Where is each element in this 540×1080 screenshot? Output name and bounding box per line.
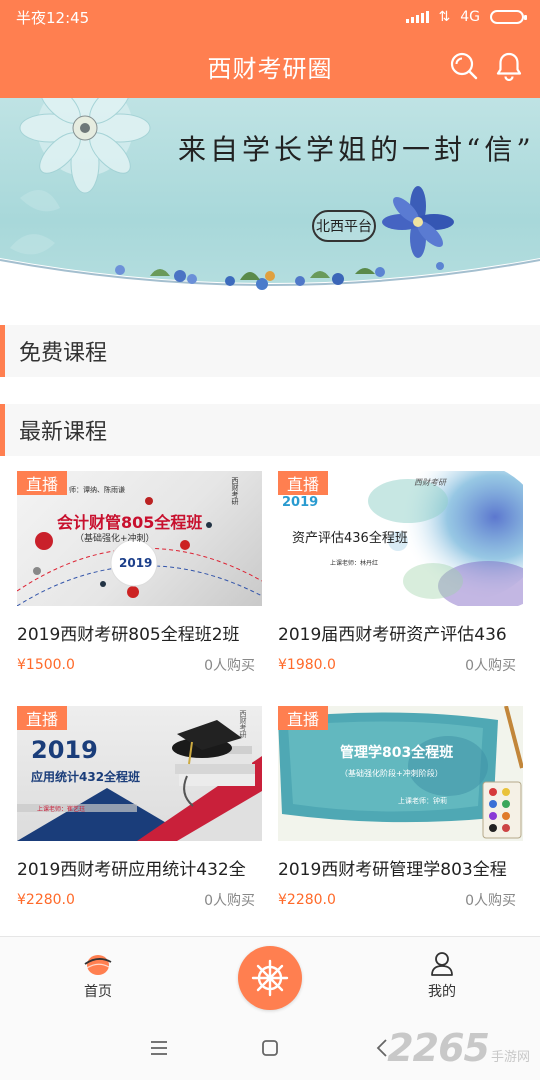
app-header: 西财考研圈 [0,34,540,98]
battery-icon [490,10,527,24]
spacer [0,303,540,325]
thumb-logo: 西财考研 [239,710,247,738]
page-title: 西财考研圈 [207,54,333,83]
thumb-year: 2019 [119,556,153,570]
thumb-subtitle: （基础强化+冲刺） [75,534,155,544]
course-title: 2019届西财考研资产评估436 [278,625,507,645]
watermark-number: 2265 [387,1026,490,1070]
thumb-teacher: 上课老师：钟莉 [398,797,447,805]
home-icon [84,955,112,975]
nav-mine-label: 我的 [428,984,456,1000]
promo-banner[interactable]: 来自学长学姐的一封“信” 北西平台 [0,98,540,303]
course-thumbnail: 师：谭纳、陈雨谦 西财考研 会计财管805全程班 （基础强化+冲刺） 2019 … [17,471,262,606]
back-icon[interactable] [376,1039,388,1057]
helm-icon [251,959,289,997]
course-grid: 师：谭纳、陈雨谦 西财考研 会计财管805全程班 （基础强化+冲刺） 2019 … [0,456,540,936]
section-accent-bar [0,325,5,377]
live-badge: 直播 [17,706,67,730]
section-title-free: 免费课程 [19,341,108,366]
thumb-title: 管理学803全程班 [340,745,454,761]
section-accent-bar [0,404,5,456]
search-icon[interactable] [448,50,480,82]
spacer [0,377,540,404]
network-type: 4G [460,9,480,25]
person-icon [431,952,453,976]
live-badge: 直播 [17,471,67,495]
thumb-year: 2019 [282,495,319,510]
course-title: 2019西财考研管理学803全程 [278,860,507,880]
section-title-latest: 最新课程 [19,420,108,445]
course-card[interactable]: 管理学803全程班 （基础强化阶段+冲刺阶段） 上课老师：钟莉 直播 2019西… [278,706,523,910]
course-card[interactable]: 师：谭纳、陈雨谦 西财考研 会计财管805全程班 （基础强化+冲刺） 2019 … [17,471,262,675]
center-action-button[interactable] [238,946,302,1010]
course-meta: ¥2280.0 0人购买 [17,890,255,910]
course-thumbnail: 西财考研 2019 资产评估436全程班 上课老师：林丹红 直播 [278,471,523,606]
course-price: ¥1500.0 [17,657,75,673]
course-buyers: 0人购买 [465,893,516,909]
status-bar: 半夜12:45 ⇅ 4G [0,0,540,34]
dual-signal-icon: ⇅ [438,9,451,25]
course-title: 2019西财考研805全程班2班 [17,625,240,645]
nav-home-label: 首页 [84,984,112,1000]
course-price: ¥2280.0 [17,892,75,908]
course-price: ¥2280.0 [278,892,336,908]
thumb-title: 应用统计432全程班 [31,770,141,784]
nav-mine[interactable]: 我的 [402,951,482,1001]
nav-home[interactable]: 首页 [58,951,138,1001]
course-buyers: 0人购买 [465,658,516,674]
course-buyers: 0人购买 [204,658,255,674]
course-thumbnail: 西财考研 2019 应用统计432全程班 上课老师：崔艺珏 直播 [17,706,262,841]
thumb-logo: 西财考研 [414,478,446,487]
course-thumbnail: 管理学803全程班 （基础强化阶段+冲刺阶段） 上课老师：钟莉 直播 [278,706,523,841]
thumb-teacher: 上课老师：崔艺珏 [37,806,86,813]
thumb-teacher: 上课老师：林丹红 [330,560,379,567]
app-screen: 半夜12:45 ⇅ 4G 西财考研圈 来自学长学姐的一封“信” 北西平台 免费课… [0,0,540,1080]
thumb-year: 2019 [31,736,98,764]
course-card[interactable]: 西财考研 2019 应用统计432全程班 上课老师：崔艺珏 直播 2019西财考… [17,706,262,910]
system-nav-bar: 2265 手游网 [0,1016,540,1080]
course-price: ¥1980.0 [278,657,336,673]
menu-icon[interactable] [150,1041,168,1055]
course-card[interactable]: 西财考研 2019 资产评估436全程班 上课老师：林丹红 直播 2019届西财… [278,471,523,675]
course-title: 2019西财考研应用统计432全 [17,860,246,880]
section-latest-courses[interactable]: 最新课程 [0,404,540,456]
watermark-logo: 2265 手游网 [387,1026,530,1070]
square-icon[interactable] [262,1040,278,1056]
banner-headline: 来自学长学姐的一封“信” [178,133,535,166]
signal-icon [405,11,429,23]
live-badge: 直播 [278,471,328,495]
bell-icon[interactable] [493,50,525,82]
thumb-teachers: 师：谭纳、陈雨谦 [69,486,125,494]
watermark-text: 手游网 [490,1050,530,1065]
thumb-subtitle: （基础强化阶段+冲刺阶段） [340,769,443,778]
status-time: 半夜12:45 [16,8,90,27]
course-meta: ¥1500.0 0人购买 [17,655,255,675]
section-free-courses[interactable]: 免费课程 [0,325,540,377]
course-meta: ¥2280.0 0人购买 [278,890,516,910]
thumb-title: 会计财管805全程班 [57,513,203,532]
status-indicators: ⇅ 4G [405,9,527,25]
banner-seal: 北西平台 [312,210,376,242]
thumb-title: 资产评估436全程班 [292,531,408,546]
course-meta: ¥1980.0 0人购买 [278,655,516,675]
course-buyers: 0人购买 [204,893,255,909]
thumb-logo: 西财考研 [231,477,239,505]
live-badge: 直播 [278,706,328,730]
